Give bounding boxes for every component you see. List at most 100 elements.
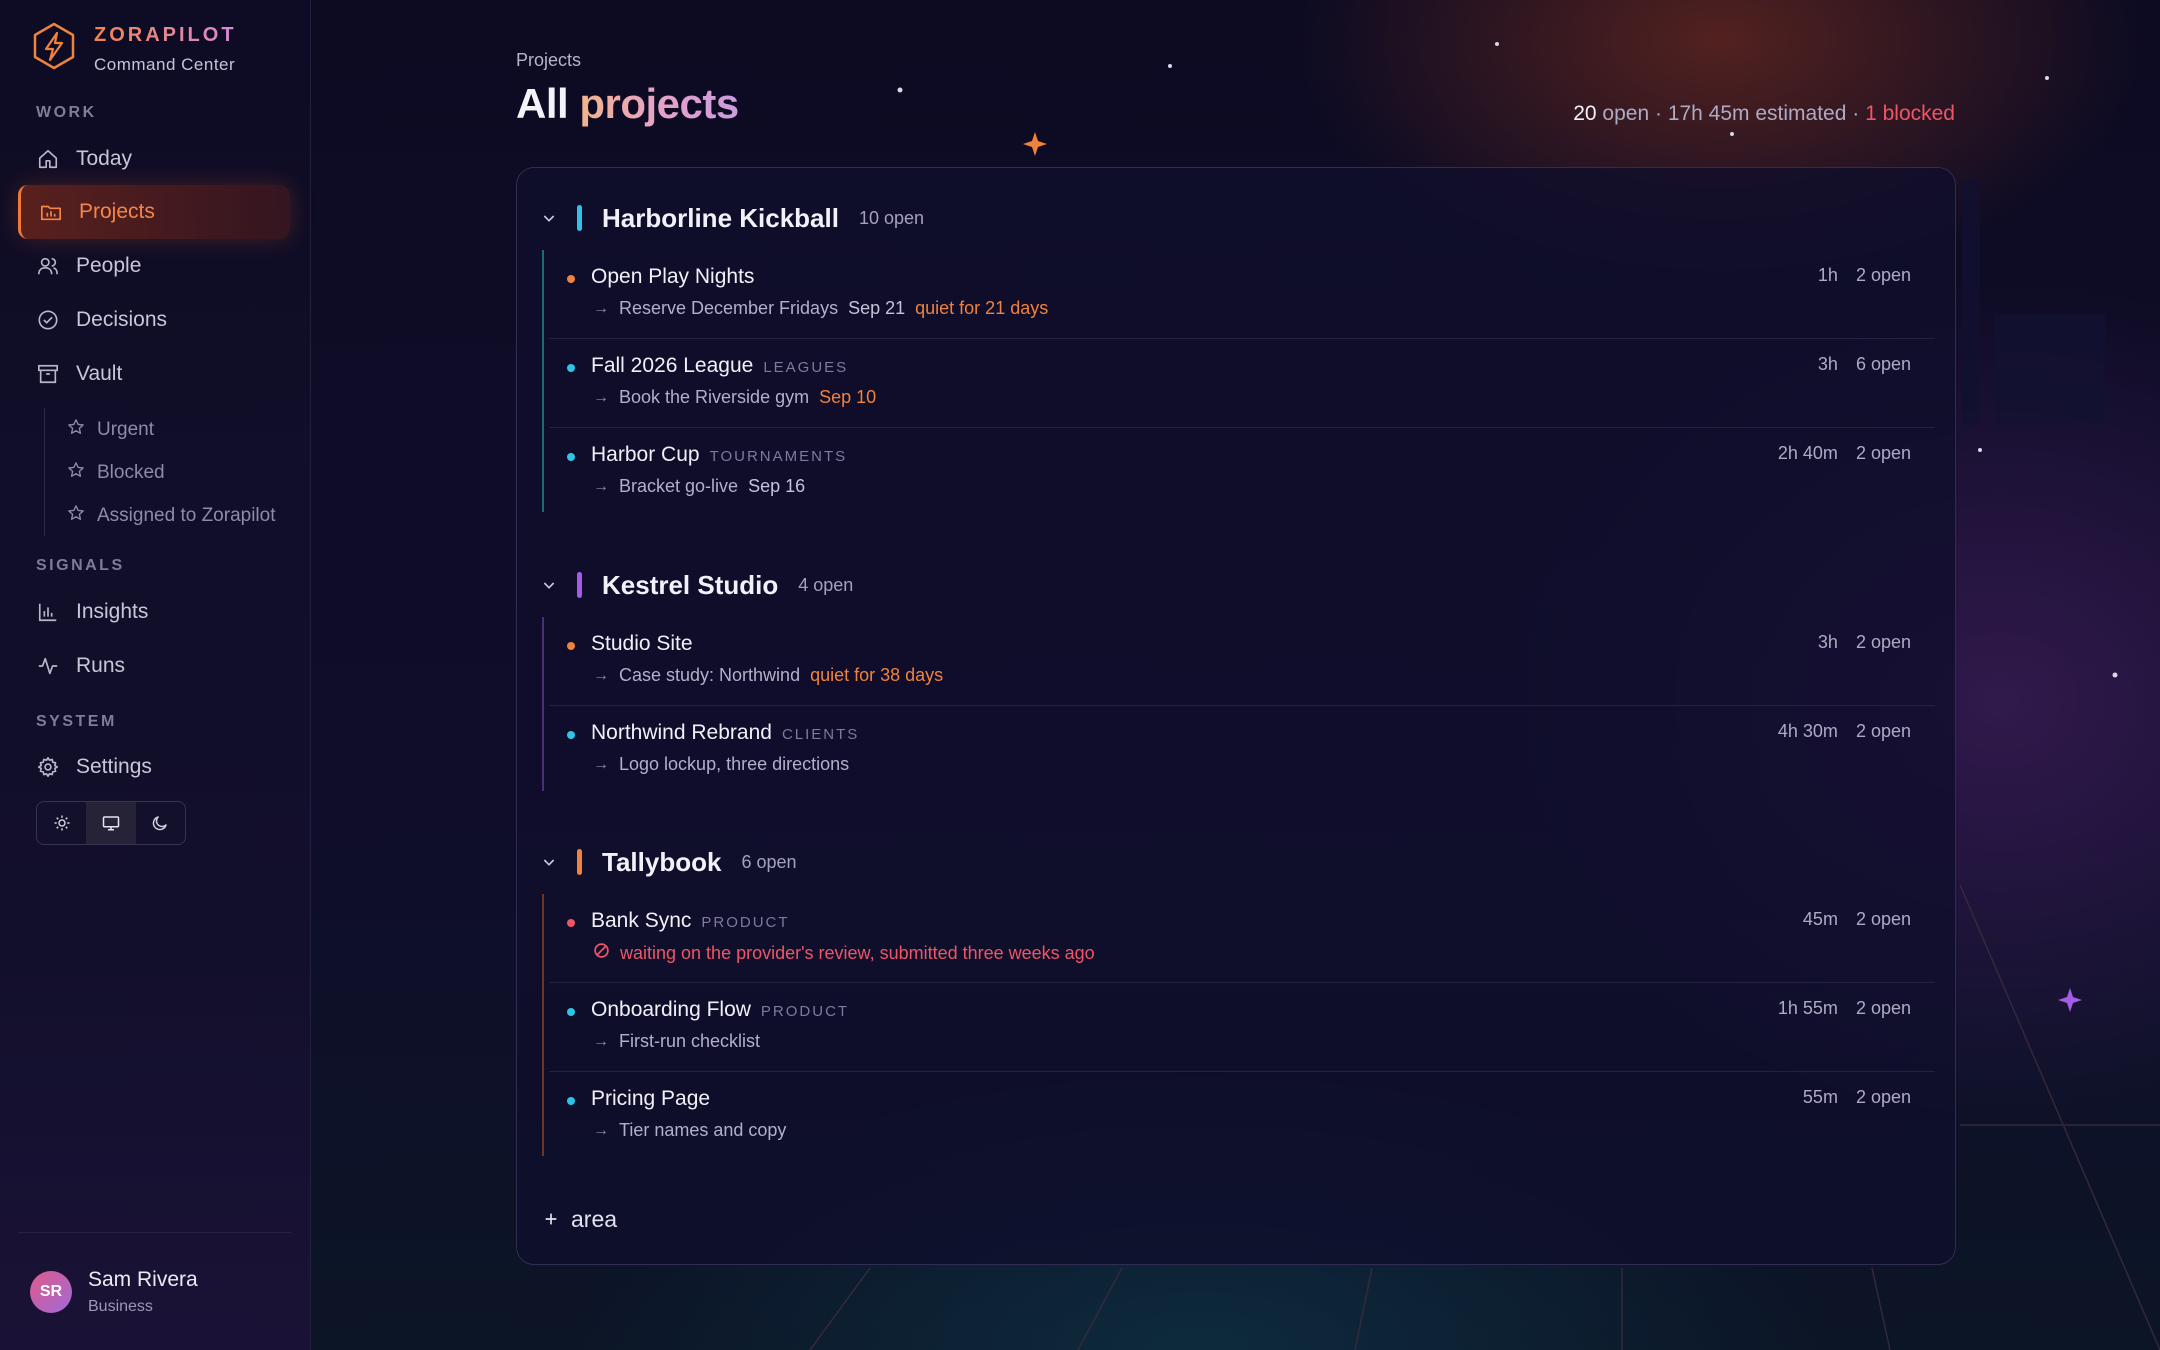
- project-row[interactable]: Onboarding Flow PRODUCT → First-run check…: [549, 983, 1935, 1072]
- open-count: 20: [1573, 102, 1597, 125]
- project-name: Onboarding Flow PRODUCT: [591, 998, 849, 1022]
- project-title: Open Play Nights: [591, 265, 755, 288]
- area-count: 10 open: [858, 207, 925, 228]
- user-profile[interactable]: SR Sam Rivera Business: [30, 1268, 198, 1316]
- project-row[interactable]: Fall 2026 League LEAGUES → Book the River…: [549, 339, 1935, 428]
- chevron-down-icon[interactable]: [539, 852, 559, 872]
- project-row[interactable]: Open Play Nights → Reserve December Frid…: [549, 250, 1935, 339]
- project-next-action: → Case study: Northwind quiet for 38 day…: [593, 665, 943, 686]
- vault-subitems: Urgent Blocked Assigned to Zorapilot: [44, 408, 294, 536]
- sidebar-divider: [18, 1232, 292, 1233]
- project-meta: 55m 2 open: [1803, 1087, 1911, 1108]
- project-row[interactable]: Northwind Rebrand CLIENTS → Logo lockup, …: [549, 706, 1935, 795]
- area-line: [542, 894, 544, 1156]
- project-status-dot: [567, 1097, 575, 1105]
- arrow-right-icon: →: [593, 477, 609, 495]
- open-label: open: [1602, 102, 1650, 125]
- project-row[interactable]: Studio Site → Case study: Northwind quie…: [549, 617, 1935, 706]
- area-header[interactable]: Harborline Kickball 10 open: [539, 198, 924, 238]
- blocked-count[interactable]: 1 blocked: [1865, 102, 1955, 125]
- project-title: Harbor Cup: [591, 443, 700, 466]
- people-icon: [36, 254, 60, 278]
- section-label-work: WORK: [36, 104, 97, 121]
- project-title: Pricing Page: [591, 1087, 711, 1110]
- lightning-hexagon-icon: [33, 22, 75, 70]
- breadcrumb[interactable]: Projects: [516, 50, 581, 71]
- sidebar-item-today[interactable]: Today: [18, 132, 290, 186]
- vault-item-assigned[interactable]: Assigned to Zorapilot: [67, 501, 295, 531]
- project-status-dot: [567, 919, 575, 927]
- project-status-dot: [567, 1008, 575, 1016]
- arrow-right-icon: →: [593, 299, 609, 317]
- project-row[interactable]: Pricing Page → Tier names and copy 55m 2…: [549, 1072, 1935, 1161]
- sidebar-item-people[interactable]: People: [18, 239, 290, 293]
- open-tasks: 2 open: [1855, 265, 1911, 285]
- open-tasks: 2 open: [1855, 998, 1911, 1018]
- time-estimate: 3h: [1817, 354, 1838, 374]
- project-next-action: → Reserve December Fridays Sep 21 quiet …: [593, 298, 1048, 319]
- project-name: Bank Sync PRODUCT: [591, 909, 790, 933]
- brand-subtitle: Command Center: [94, 55, 236, 74]
- open-tasks: 2 open: [1855, 443, 1911, 463]
- project-title: Onboarding Flow: [591, 998, 751, 1021]
- sidebar: ZORAPILOT Command Center WORK Today Proj…: [0, 0, 311, 1350]
- project-title: Fall 2026 League: [591, 354, 754, 377]
- project-name: Northwind Rebrand CLIENTS: [591, 721, 859, 745]
- area-name: Harborline Kickball: [602, 202, 839, 233]
- sidebar-item-settings[interactable]: Settings: [18, 740, 290, 794]
- vault-item-blocked[interactable]: Blocked: [67, 458, 295, 488]
- time-estimate: 1h 55m: [1777, 998, 1838, 1018]
- project-tag: CLIENTS: [781, 726, 860, 743]
- project-tag: TOURNAMENTS: [709, 448, 848, 465]
- activity-icon: [36, 654, 60, 678]
- project-row[interactable]: Bank Sync PRODUCT waiting on the provider…: [549, 894, 1935, 983]
- projects-summary: 20 open · 17h 45m estimated · 1 blocked: [1573, 102, 1955, 125]
- brand[interactable]: ZORAPILOT Command Center: [32, 22, 237, 75]
- area-header[interactable]: Tallybook 6 open: [539, 842, 797, 882]
- gear-icon: [36, 755, 60, 779]
- area-header[interactable]: Kestrel Studio 4 open: [539, 565, 853, 605]
- sidebar-item-label: Settings: [76, 755, 152, 778]
- sidebar-item-insights[interactable]: Insights: [18, 585, 290, 639]
- sidebar-item-vault[interactable]: Vault: [18, 347, 290, 401]
- chevron-down-icon[interactable]: [539, 575, 559, 595]
- user-plan: Business: [88, 1298, 153, 1315]
- project-status-dot: [567, 453, 575, 461]
- archive-icon: [36, 362, 60, 386]
- arrow-right-icon: →: [593, 388, 609, 406]
- folder-chart-icon: [39, 200, 63, 224]
- plus-icon: [543, 1206, 559, 1233]
- user-name: Sam Rivera: [88, 1268, 198, 1291]
- star-icon: [67, 461, 85, 485]
- vault-item-urgent[interactable]: Urgent: [67, 415, 295, 445]
- next-action-text: First-run checklist: [619, 1031, 761, 1051]
- area-color-bar: [577, 572, 582, 598]
- project-status-dot: [567, 364, 575, 372]
- project-name: Studio Site: [591, 632, 693, 656]
- project-row[interactable]: Harbor Cup TOURNAMENTS → Bracket go-live …: [549, 428, 1935, 517]
- monitor-icon: [102, 816, 120, 831]
- time-estimate: 2h 40m: [1777, 443, 1838, 463]
- star-icon: [67, 418, 85, 442]
- area-line: [542, 617, 544, 791]
- theme-toggle: [36, 801, 186, 845]
- sidebar-item-projects[interactable]: Projects: [18, 185, 290, 239]
- project-meta: 1h 2 open: [1818, 265, 1911, 286]
- due-date-warning: Sep 10: [819, 387, 877, 407]
- arrow-right-icon: →: [593, 1032, 609, 1050]
- project-next-action: → Bracket go-live Sep 16: [593, 476, 805, 497]
- sidebar-item-runs[interactable]: Runs: [18, 639, 290, 693]
- sidebar-item-decisions[interactable]: Decisions: [18, 293, 290, 347]
- bar-chart-icon: [36, 600, 60, 624]
- sidebar-item-label: People: [76, 254, 142, 277]
- time-estimate: 3h: [1817, 632, 1838, 652]
- chevron-down-icon[interactable]: [539, 208, 559, 228]
- theme-light-button[interactable]: [37, 802, 86, 844]
- theme-dark-button[interactable]: [136, 802, 185, 844]
- add-area-button[interactable]: area: [543, 1206, 617, 1233]
- arrow-right-icon: →: [593, 1121, 609, 1139]
- project-name: Harbor Cup TOURNAMENTS: [591, 443, 847, 467]
- project-meta: 2h 40m 2 open: [1778, 443, 1911, 464]
- project-title: Studio Site: [591, 632, 693, 655]
- theme-system-button[interactable]: [86, 802, 136, 844]
